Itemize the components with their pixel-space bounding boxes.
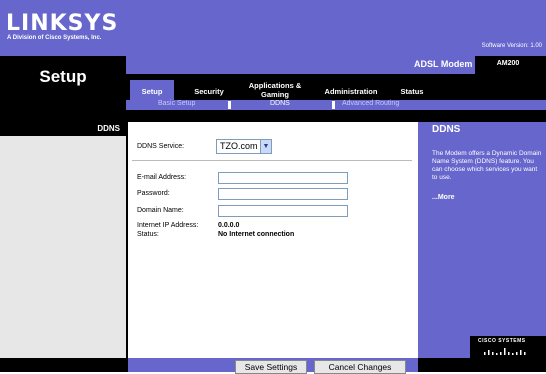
main-nav — [126, 74, 546, 122]
help-more-link[interactable]: ...More — [432, 194, 455, 201]
email-label: E-mail Address: — [137, 174, 187, 181]
domain-name-field[interactable] — [218, 205, 348, 217]
tab-applications-gaming[interactable]: Applications & Gaming — [240, 81, 310, 99]
cisco-bridge-icon — [484, 348, 526, 355]
logo-subtitle: A Division of Cisco Systems, Inc. — [7, 35, 102, 41]
tab-administration[interactable]: Administration — [316, 87, 386, 96]
product-name: ADSL Modem — [414, 59, 473, 69]
left-sidebar — [0, 136, 126, 358]
subtab-basic-setup[interactable]: Basic Setup — [158, 100, 195, 107]
cisco-logo: CISCO SYSTEMS — [478, 338, 526, 344]
subtab-advanced-routing[interactable]: Advanced Routing — [342, 100, 399, 107]
tab-security[interactable]: Security — [184, 87, 234, 96]
status-label: Status: — [137, 231, 159, 238]
section-label: DDNS — [97, 124, 120, 133]
help-text: The Modem offers a Dynamic Domain Name S… — [432, 150, 542, 181]
form-divider — [132, 160, 412, 161]
internet-ip-label: Internet IP Address: — [137, 222, 199, 229]
linksys-logo: LINKSYS — [6, 11, 119, 36]
ddns-service-label: DDNS Service: — [137, 143, 185, 150]
subnav-separator — [228, 101, 231, 109]
software-version: Software Version: 1.00 — [481, 43, 542, 49]
footer-right — [418, 358, 546, 372]
password-field[interactable] — [218, 188, 348, 200]
band-divider — [126, 122, 418, 124]
chevron-down-icon[interactable]: ▼ — [260, 140, 271, 153]
product-model: AM200 — [496, 60, 520, 67]
tab-status[interactable]: Status — [394, 87, 430, 96]
email-field[interactable] — [218, 172, 348, 184]
subnav-separator — [332, 101, 335, 109]
subtab-ddns[interactable]: DDNS — [270, 100, 290, 107]
tab-setup[interactable]: Setup — [130, 87, 174, 96]
password-label: Password: — [137, 190, 170, 197]
page-title-area — [0, 56, 126, 122]
status-value: No Internet connection — [218, 231, 295, 238]
vertical-divider — [126, 122, 128, 372]
domain-name-label: Domain Name: — [137, 207, 184, 214]
page-title: Setup — [39, 67, 87, 86]
help-title: DDNS — [432, 124, 461, 135]
footer-left — [0, 358, 126, 372]
internet-ip-value: 0.0.0.0 — [218, 222, 240, 229]
